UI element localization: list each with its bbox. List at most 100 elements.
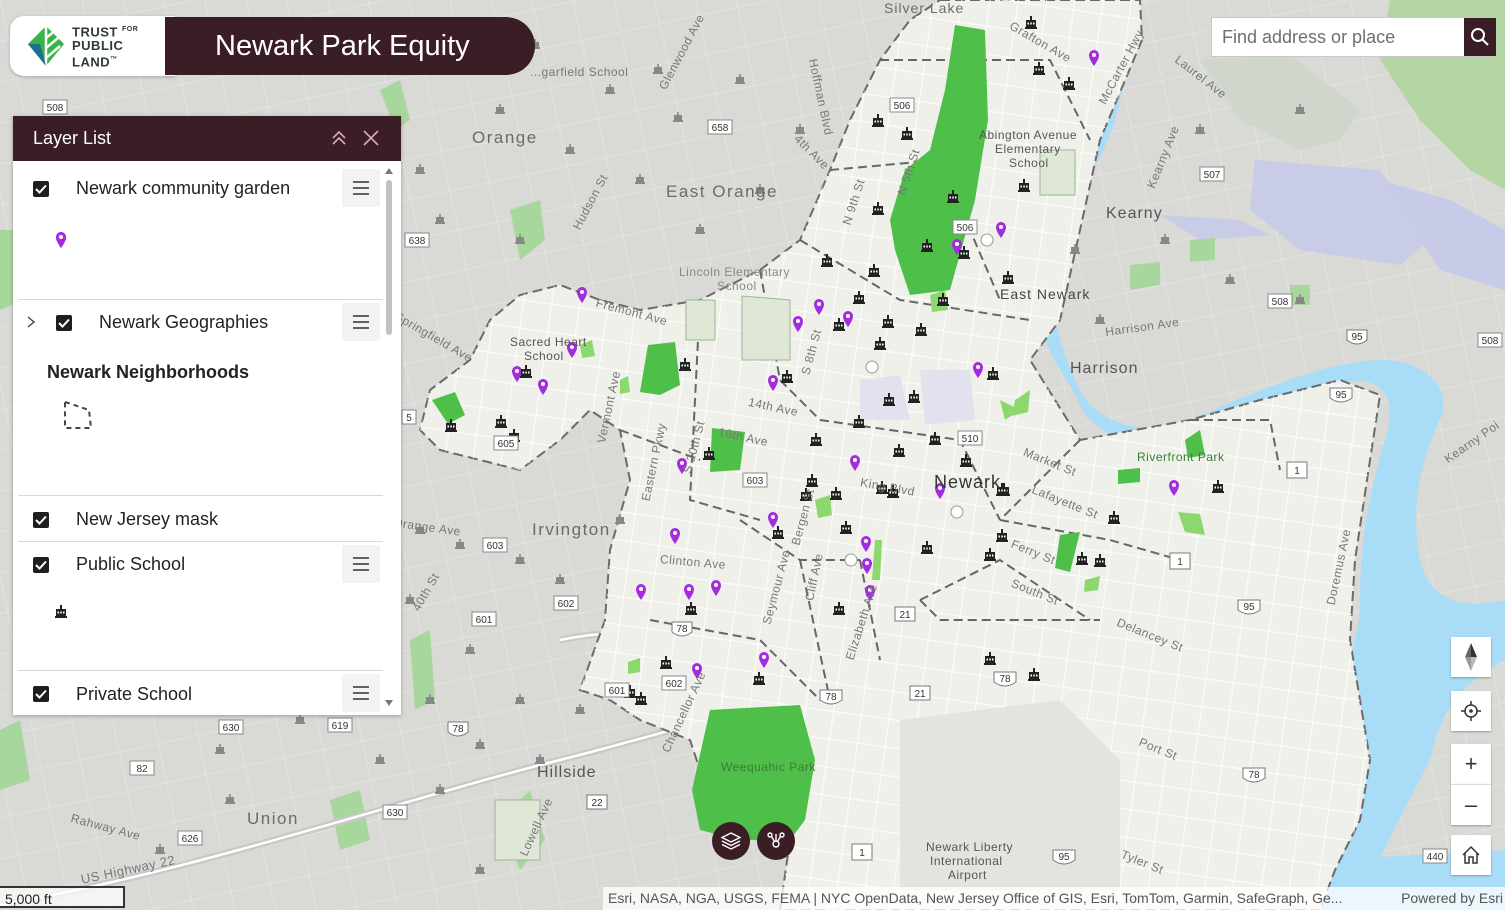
- scale-bar: 5,000 ft: [0, 886, 125, 908]
- svg-text:508: 508: [47, 103, 64, 114]
- legend-title-neighborhoods: Newark Neighborhoods: [47, 362, 250, 382]
- label-hillside: Hillside: [537, 764, 597, 781]
- close-icon[interactable]: [361, 128, 381, 148]
- zoom-out-button[interactable]: –: [1451, 784, 1491, 825]
- svg-text:78: 78: [825, 692, 837, 703]
- compass-button[interactable]: [1451, 637, 1491, 677]
- svg-text:630: 630: [223, 723, 240, 734]
- label-silver-lake: Silver Lake: [884, 0, 965, 16]
- label-abington-school: Abington Avenue Elementary School: [979, 128, 1077, 170]
- menu-icon: [353, 315, 369, 329]
- search-button[interactable]: [1464, 18, 1496, 56]
- layer-item-community-garden: Newark community garden: [13, 161, 383, 301]
- home-button[interactable]: [1451, 835, 1491, 875]
- layer-label-private-school: Private School: [76, 684, 193, 704]
- minus-icon: –: [1464, 792, 1478, 817]
- svg-text:95: 95: [1351, 332, 1363, 343]
- label-abington-line: Elementary: [995, 142, 1061, 156]
- svg-text:658: 658: [712, 123, 729, 134]
- menu-icon: [353, 181, 369, 195]
- layer-checkbox-newark-geographies[interactable]: [56, 315, 72, 331]
- app-title: Newark Park Equity: [165, 17, 535, 75]
- share-button[interactable]: [757, 822, 795, 860]
- svg-text:508: 508: [1482, 336, 1499, 347]
- svg-text:22: 22: [591, 798, 603, 809]
- layer-item-nj-mask: New Jersey mask: [13, 496, 383, 541]
- label-riverfront-park: Riverfront Park: [1137, 450, 1225, 464]
- svg-text:619: 619: [332, 721, 349, 732]
- svg-text:1: 1: [1177, 557, 1183, 568]
- svg-text:602: 602: [558, 599, 575, 610]
- label-orange: Orange: [472, 128, 538, 147]
- layer-checkbox-public-school[interactable]: [33, 557, 49, 573]
- label-airport: Newark Liberty International Airport: [926, 840, 1013, 882]
- svg-text:602: 602: [666, 679, 683, 690]
- logo-text: TRUST FOR PUBLIC LAND™: [72, 23, 138, 70]
- svg-text:21: 21: [899, 610, 911, 621]
- svg-text:601: 601: [476, 615, 493, 626]
- powered-by-esri[interactable]: Powered by Esri: [1401, 887, 1505, 910]
- layer-options-button[interactable]: [342, 545, 380, 583]
- collapse-icon[interactable]: [329, 128, 349, 148]
- layer-label-newark-geographies: Newark Geographies: [99, 312, 269, 332]
- label-east-newark: East Newark: [1000, 286, 1091, 302]
- layer-options-button[interactable]: [342, 169, 380, 207]
- layer-list-panel: Layer List Newark community garden Newar…: [13, 116, 401, 715]
- scroll-down-icon[interactable]: [385, 700, 393, 706]
- svg-text:507: 507: [1204, 170, 1221, 181]
- layer-options-button[interactable]: [342, 303, 380, 341]
- label-harrison: Harrison: [1070, 360, 1139, 377]
- logo-word: LAND: [72, 54, 111, 70]
- attribution-text: Esri, NASA, NGA, USGS, FEMA | NYC OpenDa…: [608, 890, 1343, 906]
- compass-icon: [1465, 643, 1477, 671]
- label-sacred-line: School: [524, 349, 564, 363]
- layer-label-public-school: Public School: [76, 554, 186, 574]
- svg-text:506: 506: [957, 223, 974, 234]
- layer-options-button[interactable]: [342, 674, 380, 712]
- label-sacred-heart: Sacred Heart School: [510, 335, 587, 363]
- label-union: Union: [247, 809, 299, 828]
- trust-for-public-land-logo[interactable]: TRUST FOR PUBLIC LAND™: [10, 16, 175, 76]
- label-lincoln-line: Lincoln Elementary: [679, 265, 791, 279]
- scroll-up-icon[interactable]: [385, 168, 393, 174]
- dashed-boundary-icon: [64, 400, 93, 429]
- tpl-leaf-icon: [28, 26, 64, 66]
- attribution-bar[interactable]: Esri, NASA, NGA, USGS, FEMA | NYC OpenDa…: [603, 887, 1505, 910]
- layer-checkbox-community-garden[interactable]: [33, 181, 49, 197]
- search-input[interactable]: [1212, 18, 1464, 56]
- label-garfield: ...garfield School: [530, 65, 629, 79]
- layers-icon: [720, 832, 742, 850]
- locate-button[interactable]: [1451, 691, 1491, 731]
- search-widget: [1211, 17, 1496, 57]
- svg-text:630: 630: [387, 808, 404, 819]
- svg-text:508: 508: [1272, 297, 1289, 308]
- layer-list-scrollbar[interactable]: [386, 180, 392, 335]
- locate-icon: [1461, 701, 1481, 721]
- label-sacred-line: Sacred Heart: [510, 335, 587, 349]
- svg-text:510: 510: [962, 434, 979, 445]
- label-lincoln-line: School: [717, 279, 757, 293]
- layer-list-header: Layer List: [13, 116, 401, 161]
- svg-text:78: 78: [1248, 770, 1260, 781]
- basemap-toggle-button[interactable]: [712, 822, 750, 860]
- svg-text:78: 78: [452, 724, 464, 735]
- layer-label-nj-mask: New Jersey mask: [76, 509, 219, 529]
- svg-text:626: 626: [182, 834, 199, 845]
- layer-label-community-garden: Newark community garden: [76, 178, 291, 198]
- layer-checkbox-private-school[interactable]: [33, 686, 49, 702]
- svg-text:603: 603: [747, 476, 764, 487]
- zoom-in-button[interactable]: +: [1451, 744, 1491, 784]
- layer-item-newark-geographies: Newark Geographies Newark Neighborhoods: [13, 300, 383, 495]
- home-icon: [1462, 845, 1480, 864]
- layer-checkbox-nj-mask[interactable]: [33, 512, 49, 528]
- label-airport-line: Newark Liberty: [926, 840, 1014, 854]
- logo-word: PUBLIC: [72, 38, 124, 53]
- svg-text:440: 440: [1427, 852, 1444, 863]
- svg-text:82: 82: [136, 764, 148, 775]
- search-icon: [1471, 28, 1489, 46]
- chevron-right-icon[interactable]: [25, 315, 37, 329]
- svg-text:1: 1: [1294, 466, 1300, 477]
- menu-icon: [353, 686, 369, 700]
- label-kearny: Kearny: [1106, 205, 1163, 222]
- school-icon: [55, 605, 67, 618]
